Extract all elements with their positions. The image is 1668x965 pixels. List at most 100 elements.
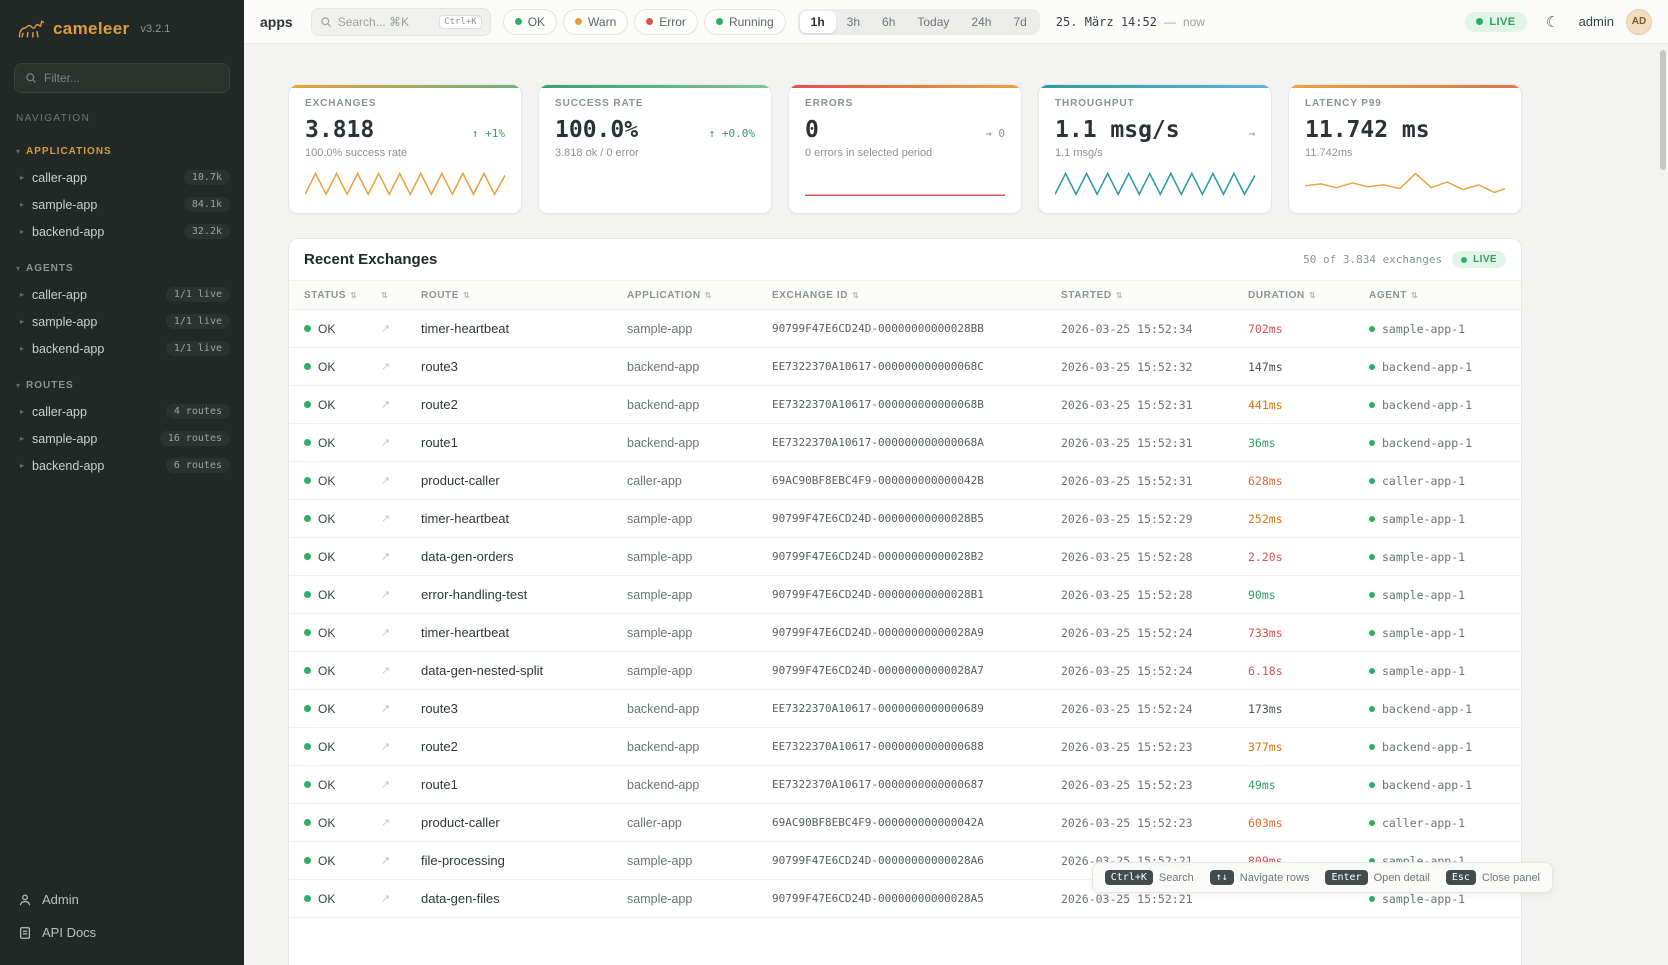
sidebar-item-application[interactable]: ▸ caller-app 10.7k (0, 164, 244, 191)
logo: cameleer v3.2.1 (0, 0, 244, 55)
sidebar-item-api-docs[interactable]: API Docs (0, 916, 244, 949)
sparkline-exchanges (305, 164, 505, 200)
sidebar-item-route[interactable]: ▸ sample-app 16 routes (0, 425, 244, 452)
table-row[interactable]: OK ↗ product-caller caller-app 69AC90BF8… (289, 462, 1521, 500)
sidebar-item-application[interactable]: ▸ sample-app 84.1k (0, 191, 244, 218)
stat-subtitle: 1.1 msg/s (1055, 147, 1255, 159)
column-header-application[interactable]: APPLICATION ⇅ (627, 290, 772, 301)
started-cell: 2026-03-25 15:52:31 (1061, 398, 1248, 412)
sidebar-item-agent[interactable]: ▸ sample-app 1/1 live (0, 308, 244, 335)
started-cell: 2026-03-25 15:52:34 (1061, 322, 1248, 336)
stat-card-exchanges[interactable]: EXCHANGES 3.818 ↑ +1% 100.0% success rat… (288, 84, 522, 214)
sidebar-item-agent[interactable]: ▸ backend-app 1/1 live (0, 335, 244, 362)
table-row[interactable]: OK ↗ route2 backend-app EE7322370A10617-… (289, 728, 1521, 766)
exchange-id-cell: EE7322370A10617-0000000000000687 (772, 778, 1061, 791)
exchange-id-cell: EE7322370A10617-000000000000068C (772, 360, 1061, 373)
open-exchange-icon[interactable]: ↗ (381, 398, 421, 411)
section-agents-header[interactable]: ▾ AGENTS (0, 263, 244, 274)
column-headers: STATUS ⇅ ⇅ ROUTE ⇅ APPLICATION ⇅ (289, 280, 1521, 310)
top-bar: apps Ctrl+K OK Warn (244, 0, 1668, 44)
global-search-input[interactable] (338, 15, 433, 29)
table-row[interactable]: OK ↗ error-handling-test sample-app 9079… (289, 576, 1521, 614)
status-filter-chip[interactable]: Warn (563, 9, 628, 35)
column-header-route[interactable]: ROUTE ⇅ (421, 290, 627, 301)
table-row[interactable]: OK ↗ timer-heartbeat sample-app 90799F47… (289, 500, 1521, 538)
table-row[interactable]: OK ↗ timer-heartbeat sample-app 90799F47… (289, 614, 1521, 652)
table-row[interactable]: OK ↗ route2 backend-app EE7322370A10617-… (289, 386, 1521, 424)
sidebar-filter-input[interactable] (44, 71, 219, 85)
table-title: Recent Exchanges (304, 251, 437, 268)
agent-live-dot (1369, 364, 1375, 370)
table-row[interactable]: OK ↗ route3 backend-app EE7322370A10617-… (289, 348, 1521, 386)
sort-icon: ⇅ (705, 291, 712, 300)
sidebar-item-agent[interactable]: ▸ caller-app 1/1 live (0, 281, 244, 308)
stat-subtitle: 100.0% success rate (305, 147, 505, 159)
status-ok-dot (304, 819, 311, 826)
scrollbar-thumb[interactable] (1660, 50, 1666, 170)
open-exchange-icon[interactable]: ↗ (381, 664, 421, 677)
open-exchange-icon[interactable]: ↗ (381, 512, 421, 525)
route-cell: timer-heartbeat (421, 321, 627, 336)
status-filter-chip[interactable]: Error (634, 9, 698, 35)
live-indicator[interactable]: LIVE (1465, 12, 1526, 32)
open-exchange-icon[interactable]: ↗ (381, 322, 421, 335)
sidebar-item-route[interactable]: ▸ caller-app 4 routes (0, 398, 244, 425)
table-row[interactable]: OK ↗ product-caller caller-app 69AC90BF8… (289, 804, 1521, 842)
open-exchange-icon[interactable]: ↗ (381, 778, 421, 791)
table-row[interactable]: OK ↗ data-gen-nested-split sample-app 90… (289, 652, 1521, 690)
open-exchange-icon[interactable]: ↗ (381, 436, 421, 449)
open-exchange-icon[interactable]: ↗ (381, 892, 421, 905)
time-range-24h[interactable]: 24h (960, 11, 1002, 33)
table-row[interactable]: OK ↗ timer-heartbeat sample-app 90799F47… (289, 310, 1521, 348)
status-cell: OK (304, 512, 381, 526)
agent-live-dot (1369, 896, 1375, 902)
time-range-1h[interactable]: 1h (800, 11, 836, 33)
status-filter-chip[interactable]: Running (704, 9, 786, 35)
open-exchange-icon[interactable]: ↗ (381, 854, 421, 867)
stat-card-latency[interactable]: LATENCY P99 11.742 ms 11.742ms (1288, 84, 1522, 214)
date-range[interactable]: 25. März 14:52 — now (1056, 15, 1205, 29)
sidebar-item-admin[interactable]: Admin (0, 883, 244, 916)
open-exchange-icon[interactable]: ↗ (381, 816, 421, 829)
column-header-status[interactable]: STATUS ⇅ (304, 290, 381, 301)
open-exchange-icon[interactable]: ↗ (381, 740, 421, 753)
stat-card-throughput[interactable]: THROUGHPUT 1.1 msg/s → 1.1 msg/s (1038, 84, 1272, 214)
section-routes-header[interactable]: ▾ ROUTES (0, 380, 244, 391)
sidebar-filter (14, 63, 230, 93)
time-range-today[interactable]: Today (906, 11, 960, 33)
time-range-7d[interactable]: 7d (1002, 11, 1037, 33)
column-header-agent[interactable]: AGENT ⇅ (1369, 290, 1506, 301)
stat-card-success-rate[interactable]: SUCCESS RATE 100.0% ↑ +0.0% 3.818 ok / 0… (538, 84, 772, 214)
status-filter-chip[interactable]: OK (503, 9, 557, 35)
time-range-3h[interactable]: 3h (836, 11, 871, 33)
theme-toggle-button[interactable]: ☾ (1539, 8, 1567, 36)
table-row[interactable]: OK ↗ route3 backend-app EE7322370A10617-… (289, 690, 1521, 728)
sidebar-item-application[interactable]: ▸ backend-app 32.2k (0, 218, 244, 245)
open-exchange-icon[interactable]: ↗ (381, 626, 421, 639)
open-exchange-icon[interactable]: ↗ (381, 360, 421, 373)
avatar[interactable]: AD (1626, 9, 1652, 35)
stat-delta: ↑ +0.0% (709, 127, 755, 140)
chevron-right-icon: ▸ (20, 344, 24, 353)
table-row[interactable]: OK ↗ data-gen-orders sample-app 90799F47… (289, 538, 1521, 576)
sidebar-item-route[interactable]: ▸ backend-app 6 routes (0, 452, 244, 479)
table-row[interactable]: OK ↗ route1 backend-app EE7322370A10617-… (289, 424, 1521, 462)
agent-live-dot (1369, 592, 1375, 598)
column-header-exchange-id[interactable]: EXCHANGE ID ⇅ (772, 290, 1061, 301)
stat-card-errors[interactable]: ERRORS 0 → 0 0 errors in selected period (788, 84, 1022, 214)
status-filter-label: Running (729, 15, 774, 29)
open-exchange-icon[interactable]: ↗ (381, 588, 421, 601)
open-exchange-icon[interactable]: ↗ (381, 702, 421, 715)
scrollbar[interactable] (1660, 46, 1666, 965)
column-header-started[interactable]: STARTED ⇅ (1061, 290, 1248, 301)
open-exchange-icon[interactable]: ↗ (381, 550, 421, 563)
agent-live-dot (1369, 706, 1375, 712)
time-range-6h[interactable]: 6h (871, 11, 906, 33)
content: EXCHANGES 3.818 ↑ +1% 100.0% success rat… (244, 44, 1668, 965)
status-cell: OK (304, 778, 381, 792)
table-row[interactable]: OK ↗ route1 backend-app EE7322370A10617-… (289, 766, 1521, 804)
open-exchange-icon[interactable]: ↗ (381, 474, 421, 487)
column-header-actions[interactable]: ⇅ (381, 291, 421, 300)
section-applications-header[interactable]: ▾ APPLICATIONS (0, 146, 244, 157)
column-header-duration[interactable]: DURATION ⇅ (1248, 290, 1369, 301)
